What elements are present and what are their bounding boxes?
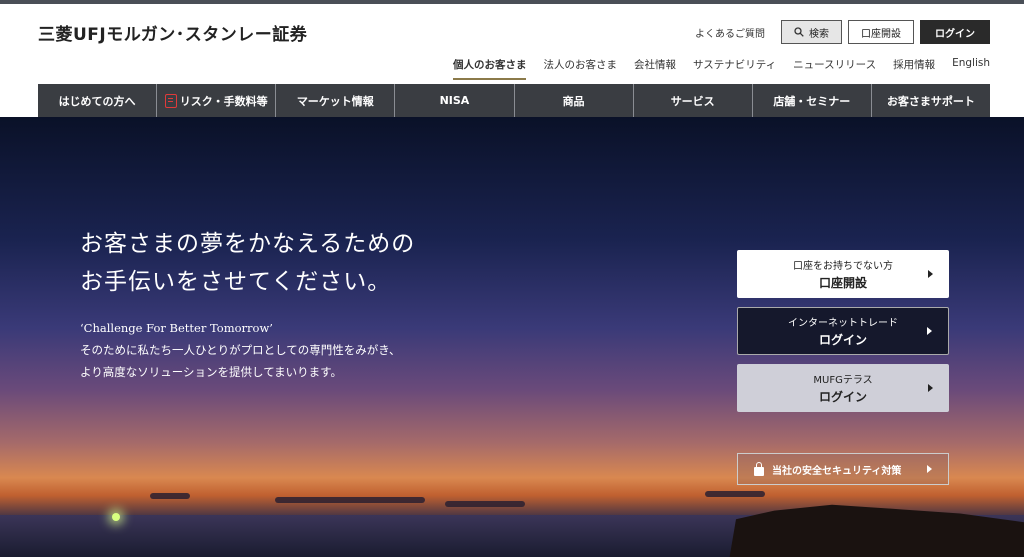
- cta-line1: MUFGテラス: [813, 375, 873, 386]
- lock-icon: [754, 461, 764, 476]
- faq-link[interactable]: よくあるご質問: [695, 25, 765, 40]
- headline-line: お手伝いをさせてください。: [80, 269, 392, 295]
- hero-tagline: ‘Challenge For Better Tomorrow’ そのために私たち…: [80, 317, 401, 383]
- search-icon: [794, 27, 804, 37]
- arrow-right-icon: [927, 465, 932, 473]
- subnav-news[interactable]: ニュースリリース: [793, 57, 876, 80]
- hero-headline: お客さまの夢をかなえるための お手伝いをさせてください。: [80, 225, 415, 301]
- subnav-individual[interactable]: 個人のお客さま: [452, 57, 527, 80]
- nav-label: リスク・手数料等: [179, 94, 268, 108]
- lighthouse-glow: [112, 513, 120, 521]
- nav-label: サービス: [670, 94, 715, 108]
- security-label: 当社の安全セキュリティ対策: [772, 465, 902, 477]
- nav-beginners[interactable]: はじめての方へ: [38, 84, 158, 117]
- cta-line1: インターネットトレード: [788, 318, 898, 329]
- mufg-terrace-login-cta[interactable]: MUFGテラス ログイン: [737, 364, 949, 412]
- cta-line2: ログイン: [818, 333, 867, 347]
- login-button[interactable]: ログイン: [920, 20, 990, 44]
- nav-market-info[interactable]: マーケット情報: [276, 84, 396, 117]
- search-button[interactable]: 検索: [781, 20, 842, 44]
- main-nav: はじめての方へ リスク・手数料等 マーケット情報 NISA 商品 サービス 店舗…: [38, 84, 990, 117]
- nav-nisa[interactable]: NISA: [395, 84, 515, 117]
- subnav-english[interactable]: English: [952, 57, 990, 80]
- utility-nav: よくあるご質問 検索 口座開設 ログイン: [695, 20, 990, 44]
- internet-trade-login-cta[interactable]: インターネットトレード ログイン: [737, 307, 949, 355]
- arrow-right-icon: [928, 384, 933, 392]
- nav-services[interactable]: サービス: [634, 84, 753, 117]
- arrow-right-icon: [928, 270, 933, 278]
- cloud: [445, 501, 525, 507]
- subnav-company[interactable]: 会社情報: [634, 57, 676, 80]
- nav-support[interactable]: お客さまサポート: [872, 84, 990, 117]
- subnav-careers[interactable]: 採用情報: [893, 57, 935, 80]
- cta-line2: 口座開設: [818, 276, 867, 290]
- site-logo[interactable]: 三菱UFJモルガン･スタンレー証券: [38, 20, 307, 45]
- nav-label: マーケット情報: [296, 94, 374, 108]
- tagline-line: ‘Challenge For Better Tomorrow’: [80, 321, 273, 335]
- nav-label: NISA: [439, 94, 470, 107]
- cloud: [705, 491, 765, 497]
- arrow-right-icon: [927, 327, 932, 335]
- cta-line2: ログイン: [818, 390, 867, 404]
- tagline-line: より高度なソリューションを提供してまいります。: [80, 365, 342, 379]
- nav-label: 店舗・セミナー: [773, 94, 851, 108]
- subnav-sustainability[interactable]: サステナビリティ: [693, 57, 776, 80]
- document-icon: [164, 93, 177, 108]
- cta-line1: 口座をお持ちでない方: [793, 261, 893, 272]
- top-bar: [0, 0, 1024, 4]
- nav-label: 商品: [562, 94, 585, 108]
- cloud: [275, 497, 425, 503]
- nav-label: お客さまサポート: [886, 94, 975, 108]
- nav-risk-fees[interactable]: リスク・手数料等: [157, 84, 277, 117]
- subnav-corporate[interactable]: 法人のお客さま: [543, 57, 617, 80]
- cloud: [150, 493, 190, 499]
- headline-line: お客さまの夢をかなえるための: [80, 231, 416, 257]
- open-account-button[interactable]: 口座開設: [848, 20, 914, 44]
- open-account-cta[interactable]: 口座をお持ちでない方 口座開設: [737, 250, 949, 298]
- nav-products[interactable]: 商品: [515, 84, 634, 117]
- coastal-rocks: [729, 504, 1024, 557]
- nav-label: はじめての方へ: [58, 94, 136, 108]
- security-measures-link[interactable]: 当社の安全セキュリティ対策: [737, 453, 949, 485]
- audience-nav: 個人のお客さま 法人のお客さま 会社情報 サステナビリティ ニュースリリース 採…: [452, 57, 990, 80]
- nav-branches-seminars[interactable]: 店舗・セミナー: [753, 84, 872, 117]
- search-label: 検索: [809, 28, 829, 40]
- hero-banner: お客さまの夢をかなえるための お手伝いをさせてください。 ‘Challenge …: [0, 117, 1024, 557]
- tagline-line: そのために私たち一人ひとりがプロとしての専門性をみがき、: [80, 343, 401, 357]
